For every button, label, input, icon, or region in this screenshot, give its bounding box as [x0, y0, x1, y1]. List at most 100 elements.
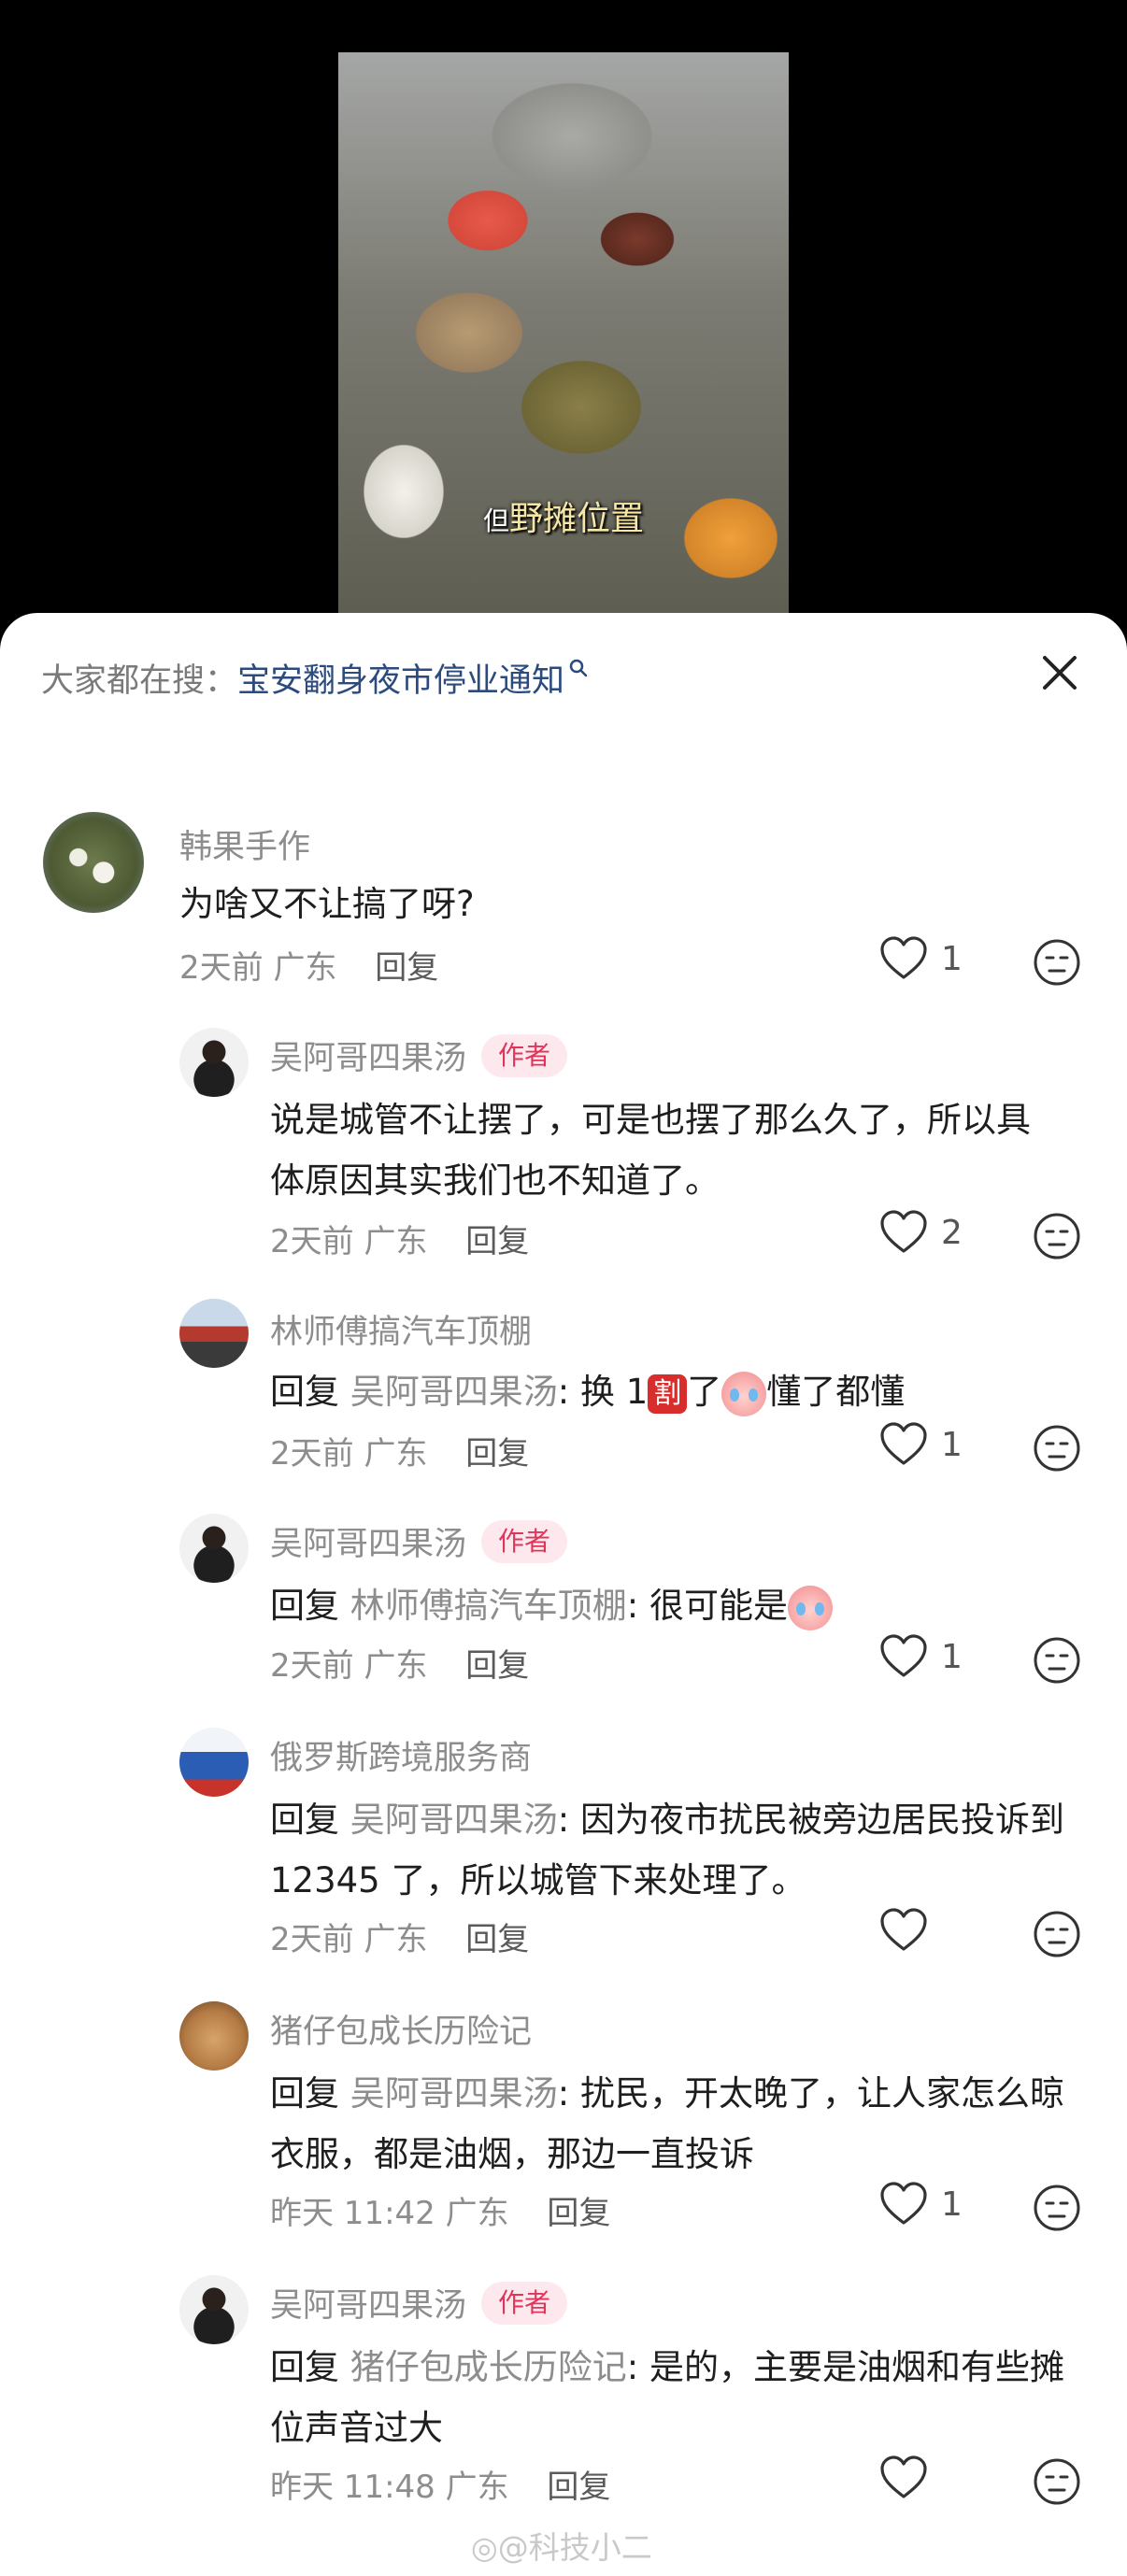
video-subtitle-text: 野摊位置 [509, 500, 645, 538]
like-button[interactable]: 1 [879, 1422, 963, 1467]
comment-meta: 昨天 11:42 广东 回复 [270, 2187, 610, 2233]
comment-text-part: 了 [687, 1372, 722, 1412]
dislike-icon[interactable] [1033, 2184, 1081, 2232]
like-button[interactable] [879, 2455, 941, 2500]
comment-username[interactable]: 吴阿哥四果汤 作者 [270, 1517, 568, 1565]
comment-username[interactable]: 吴阿哥四果汤 作者 [270, 2279, 568, 2327]
comment-meta: 昨天 11:48 广东 回复 [270, 2461, 610, 2507]
comment-username[interactable]: 吴阿哥四果汤 作者 [270, 1032, 568, 1079]
reply-button[interactable]: 回复 [375, 949, 438, 987]
like-count: 1 [941, 1637, 963, 1676]
comment-text: 说是城管不让摆了，可是也摆了那么久了，所以具体原因其实我们也不知道了。 [270, 1100, 1031, 1201]
heart-icon [880, 2455, 927, 2498]
comment-text: 回复 吴阿哥四果汤: 因为夜市扰民被旁边居民投诉到 12345 了，所以城管下来… [270, 1789, 1092, 1911]
comment-location: 广东 [364, 1435, 428, 1473]
comment-text-part: : 很可能是 [626, 1586, 788, 1626]
comment-location: 广东 [273, 949, 337, 987]
avatar[interactable] [179, 2275, 249, 2344]
heart-icon [880, 1634, 927, 1677]
crying-emoji-icon [721, 1371, 767, 1416]
comment-time: 2天前 [270, 1647, 354, 1685]
heart-icon [880, 1908, 927, 1951]
comment-meta: 2天前 广东 回复 [270, 1428, 529, 1473]
avatar[interactable] [179, 1514, 249, 1583]
comment-location: 广东 [364, 1921, 428, 1958]
dislike-icon[interactable] [1033, 2457, 1081, 2506]
reply-label: 回复 [270, 1372, 339, 1412]
comment-username[interactable]: 猪仔包成长历险记 [270, 2005, 532, 2053]
comment-meta: 2天前 广东 回复 [270, 1640, 529, 1686]
author-badge: 作者 [481, 1033, 568, 1077]
comment-text: 为啥又不让搞了呀? [179, 884, 475, 924]
avatar[interactable] [179, 1028, 249, 1097]
reply-to-user[interactable]: 吴阿哥四果汤 [350, 2073, 558, 2113]
avatar[interactable] [43, 812, 144, 913]
close-icon[interactable] [1039, 652, 1080, 693]
reply-label: 回复 [270, 1586, 339, 1626]
like-button[interactable]: 1 [879, 2182, 963, 2227]
reply-button[interactable]: 回复 [465, 1921, 529, 1958]
reply-to-user[interactable]: 吴阿哥四果汤 [350, 1800, 558, 1840]
username-text[interactable]: 吴阿哥四果汤 [270, 1032, 466, 1079]
comment-sheet: 大家都在搜： 宝安翻身夜市停业通知 韩果手作 为啥又不让搞了呀? 2天前 广东 … [0, 613, 1127, 2576]
cut-emoji-icon: 割 [648, 1373, 688, 1414]
weibo-logo-icon: ◎ [471, 2529, 498, 2566]
like-count: 1 [941, 939, 963, 978]
like-button[interactable]: 1 [879, 936, 963, 981]
comment-time: 昨天 11:48 [270, 2469, 435, 2506]
comment-time: 2天前 [270, 1435, 354, 1473]
reply-to-user[interactable]: 林师傅搞汽车顶棚 [350, 1586, 627, 1626]
author-badge: 作者 [481, 2281, 568, 2325]
reply-button[interactable]: 回复 [465, 1647, 529, 1685]
video-frame[interactable]: 但野摊位置 [338, 52, 789, 654]
avatar[interactable] [179, 1299, 249, 1368]
avatar[interactable] [179, 1728, 249, 1797]
reply-label: 回复 [270, 1800, 339, 1840]
avatar[interactable] [179, 2001, 249, 2071]
watermark: ◎@科技小二 [471, 2523, 652, 2568]
comment-time: 昨天 11:42 [270, 2195, 435, 2232]
heart-icon [880, 936, 927, 979]
reply-button[interactable]: 回复 [547, 2469, 610, 2506]
comment-location: 广东 [445, 2469, 509, 2506]
search-icon [569, 659, 588, 677]
video-player[interactable]: 但野摊位置 [0, 0, 1127, 654]
reply-button[interactable]: 回复 [547, 2195, 610, 2232]
comment-text: 回复 吴阿哥四果汤: 换 1 割了 懂了都懂 [270, 1361, 1092, 1422]
video-subtitle: 但野摊位置 [338, 491, 789, 540]
dislike-icon[interactable] [1033, 938, 1081, 987]
username-text[interactable]: 吴阿哥四果汤 [270, 2279, 466, 2327]
video-subtitle-prefix: 但 [482, 505, 509, 536]
search-term-link[interactable]: 宝安翻身夜市停业通知 [237, 654, 564, 702]
like-button[interactable]: 2 [879, 1210, 963, 1255]
dislike-icon[interactable] [1033, 1636, 1081, 1685]
comment-location: 广东 [364, 1223, 428, 1260]
comment-text: 回复 吴阿哥四果汤: 扰民，开太晚了，让人家怎么晾衣服，都是油烟，那边一直投诉 [270, 2063, 1092, 2185]
heart-icon [880, 2182, 927, 2225]
comment-location: 广东 [364, 1647, 428, 1685]
watermark-text: @科技小二 [497, 2529, 652, 2566]
reply-to-user[interactable]: 吴阿哥四果汤 [350, 1372, 558, 1412]
dislike-icon[interactable] [1033, 1910, 1081, 1958]
reply-to-user[interactable]: 猪仔包成长历险记 [350, 2347, 627, 2387]
search-suggestion[interactable]: 大家都在搜： 宝安翻身夜市停业通知 [41, 654, 589, 701]
comment-meta: 2天前 广东 回复 [270, 1216, 529, 1261]
author-badge: 作者 [481, 1519, 568, 1563]
like-count: 1 [941, 1425, 963, 1464]
comment-username[interactable]: 韩果手作 [179, 820, 310, 868]
like-button[interactable] [879, 1908, 941, 1953]
comment-meta: 2天前 广东 回复 [270, 1914, 529, 1959]
reply-button[interactable]: 回复 [465, 1435, 529, 1473]
dislike-icon[interactable] [1033, 1424, 1081, 1473]
comment-username[interactable]: 林师傅搞汽车顶棚 [270, 1305, 532, 1353]
like-count: 2 [941, 1213, 963, 1252]
like-button[interactable]: 1 [879, 1634, 963, 1679]
reply-label: 回复 [270, 2073, 339, 2113]
username-text[interactable]: 吴阿哥四果汤 [270, 1517, 466, 1565]
comment-location: 广东 [445, 2195, 509, 2232]
dislike-icon[interactable] [1033, 1212, 1081, 1260]
comment-time: 2天前 [270, 1223, 354, 1260]
heart-icon [880, 1422, 927, 1465]
comment-username[interactable]: 俄罗斯跨境服务商 [270, 1731, 532, 1779]
reply-button[interactable]: 回复 [465, 1223, 529, 1260]
